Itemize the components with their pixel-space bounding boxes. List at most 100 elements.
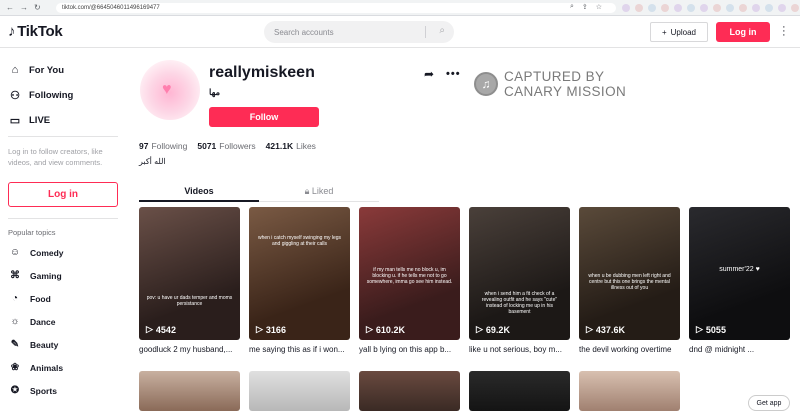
extension-icon[interactable] — [700, 4, 708, 12]
video-card[interactable] — [469, 371, 570, 411]
extension-icon[interactable] — [726, 4, 734, 12]
play-icon: ▷ — [146, 324, 153, 334]
extension-icon[interactable] — [674, 4, 682, 12]
address-bar[interactable]: tiktok.com/@6645046011496169477 — [56, 3, 616, 13]
topic-dance[interactable]: ☼ Dance — [8, 316, 55, 327]
video-title[interactable]: yall b lying on this app b... — [359, 345, 463, 354]
profile-tabs: Videos 🔒︎ Liked — [139, 184, 379, 202]
food-icon: ◔ — [11, 293, 19, 304]
home-icon: ⌂ — [11, 64, 19, 76]
video-title[interactable]: me saying this as if i won... — [249, 345, 353, 354]
video-caption: if my man tells me no block u, im blocki… — [366, 267, 453, 285]
upload-button[interactable]: + Upload — [650, 22, 708, 42]
header-login-button[interactable]: Log in — [716, 22, 770, 42]
followers-stat[interactable]: 5071 Followers — [197, 141, 255, 151]
tab-videos[interactable]: Videos — [139, 186, 259, 196]
extension-icon[interactable] — [752, 4, 760, 12]
video-title[interactable]: dnd @ midnight ... — [689, 345, 789, 354]
sidebar-item-label: LIVE — [29, 115, 51, 126]
watermark-line2: CANARY MISSION — [504, 84, 627, 99]
topic-label: Comedy — [30, 247, 64, 258]
video-card[interactable] — [249, 371, 350, 411]
divider — [8, 136, 118, 137]
video-title[interactable]: goodluck 2 my husband,... — [139, 345, 243, 354]
sidebar-item-label: For You — [29, 64, 65, 76]
sidebar-item-live[interactable]: ▭ LIVE — [8, 114, 50, 127]
view-count-value: 437.6K — [595, 324, 625, 335]
topic-comedy[interactable]: ☺ Comedy — [8, 247, 64, 258]
bookmark-star-icon[interactable]: ☆ — [596, 3, 602, 11]
video-card[interactable]: if my man tells me no block u, im blocki… — [359, 207, 460, 340]
following-label: Following — [151, 141, 188, 151]
extension-icon[interactable] — [739, 4, 747, 12]
tab-liked[interactable]: 🔒︎ Liked — [259, 186, 379, 197]
search-icon[interactable]: ⌕ — [439, 25, 445, 36]
video-card[interactable]: when u be dubbing men left right and cen… — [579, 207, 680, 340]
video-card[interactable] — [359, 371, 460, 411]
sidebar-item-for-you[interactable]: ⌂ For You — [8, 64, 64, 76]
tab-liked-label: Liked — [311, 186, 334, 196]
watermark-line1: CAPTURED BY — [504, 69, 605, 84]
topic-gaming[interactable]: ⌘ Gaming — [8, 270, 62, 281]
sidebar: ⌂ For You ⚇ Following ▭ LIVE Log in to f… — [0, 48, 130, 415]
video-card[interactable]: summer'22 ♥ ▷ 5055 — [689, 207, 790, 340]
canary-logo-icon: ♫ — [474, 72, 498, 96]
view-count-value: 69.2K — [485, 324, 510, 335]
followers-label: Followers — [219, 141, 256, 151]
sports-icon: ✪ — [10, 385, 20, 396]
play-icon: ▷ — [586, 324, 593, 334]
view-count: ▷ 437.6K — [586, 324, 625, 335]
share-icon[interactable]: ➦ — [424, 67, 434, 81]
search-placeholder: Search accounts — [274, 27, 334, 37]
more-menu-icon[interactable]: · · · — [782, 22, 786, 41]
extension-icon[interactable] — [687, 4, 695, 12]
extension-icon[interactable] — [661, 4, 669, 12]
video-caption: summer'22 ♥ — [719, 266, 760, 273]
get-app-button[interactable]: Get app — [748, 395, 790, 411]
video-card[interactable] — [579, 371, 680, 411]
play-icon: ▷ — [256, 324, 263, 334]
follow-button[interactable]: Follow — [209, 107, 319, 127]
more-options-icon[interactable]: ••• — [446, 68, 461, 80]
video-card[interactable]: pov: u have ur dads temper and moms pers… — [139, 207, 240, 340]
back-icon[interactable]: ← — [6, 3, 14, 12]
animals-icon: ❀ — [10, 362, 20, 373]
extension-icon[interactable] — [622, 4, 630, 12]
sidebar-login-button[interactable]: Log in — [8, 182, 118, 207]
divider — [8, 218, 118, 219]
extension-icon[interactable] — [648, 4, 656, 12]
topic-label: Food — [30, 293, 51, 304]
topic-sports[interactable]: ✪ Sports — [8, 385, 57, 396]
search-input[interactable]: Search accounts ⌕ — [264, 21, 454, 43]
extension-icon[interactable] — [713, 4, 721, 12]
video-card[interactable]: when i send him a fit check of a reveali… — [469, 207, 570, 340]
video-title[interactable]: the devil working overtime — [579, 345, 683, 354]
topic-beauty[interactable]: ✎ Beauty — [8, 339, 59, 350]
tiktok-logo[interactable]: ♪ TikTok — [8, 23, 63, 40]
extension-icon[interactable] — [791, 4, 799, 12]
active-tab-indicator — [139, 200, 259, 202]
topic-food[interactable]: ◔ Food — [8, 293, 51, 304]
reload-icon[interactable]: ↻ — [34, 3, 41, 12]
sidebar-item-label: Following — [29, 90, 74, 101]
extension-icon[interactable] — [635, 4, 643, 12]
video-card[interactable] — [139, 371, 240, 411]
view-count: ▷ 3166 — [256, 324, 286, 335]
browser-toolbar: ← → ↻ tiktok.com/@6645046011496169477 ⌕ … — [0, 0, 800, 16]
following-stat[interactable]: 97 Following — [139, 141, 187, 151]
share-page-icon[interactable]: ⇪ — [582, 3, 588, 11]
zoom-icon[interactable]: ⌕ — [570, 3, 574, 11]
video-card[interactable]: when i catch myself swinging my legs and… — [249, 207, 350, 340]
topic-animals[interactable]: ❀ Animals — [8, 362, 63, 373]
search-divider — [425, 26, 426, 38]
video-caption: when i send him a fit check of a reveali… — [481, 291, 558, 315]
upload-label: Upload — [670, 27, 697, 37]
forward-icon[interactable]: → — [20, 3, 28, 12]
video-title[interactable]: like u not serious, boy m... — [469, 345, 573, 354]
extension-icon[interactable] — [765, 4, 773, 12]
extension-icon[interactable] — [778, 4, 786, 12]
topic-label: Sports — [30, 385, 57, 396]
sidebar-item-following[interactable]: ⚇ Following — [8, 89, 73, 102]
music-note-icon: ♪ — [8, 23, 16, 40]
view-count: ▷ 4542 — [146, 324, 176, 335]
